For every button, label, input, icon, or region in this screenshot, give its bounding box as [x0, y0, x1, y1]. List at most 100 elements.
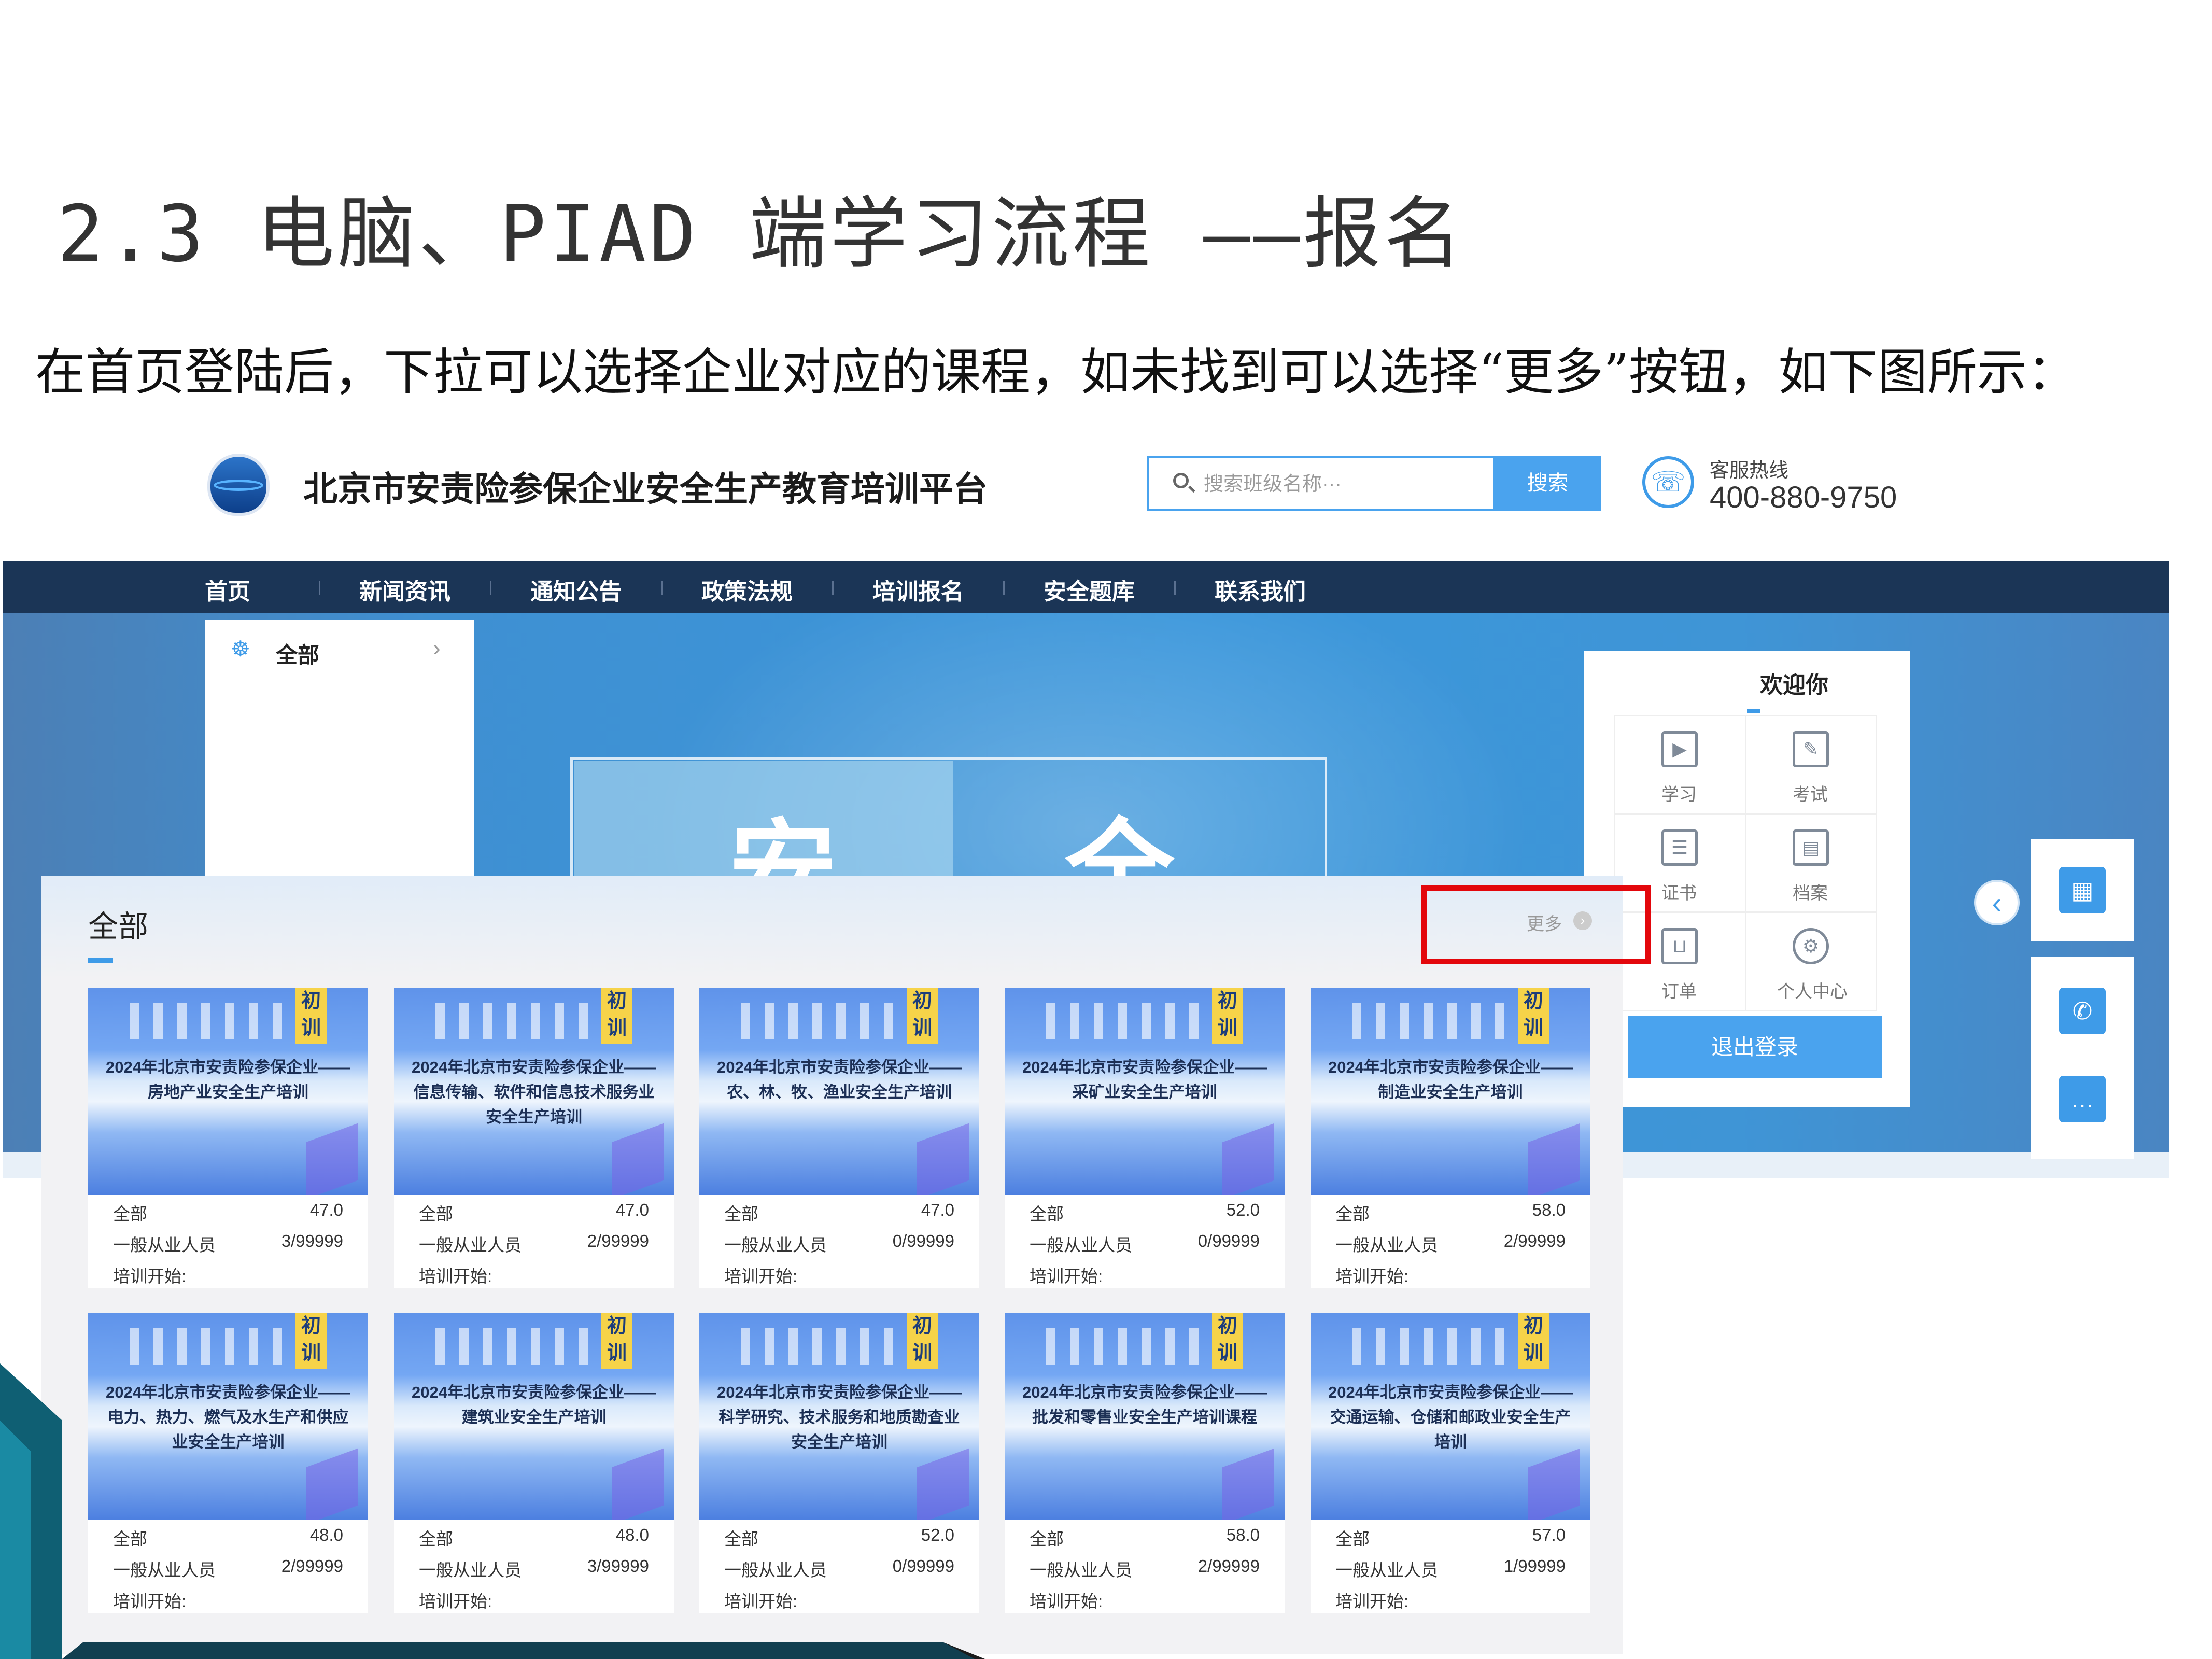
- category-all[interactable]: 全部: [276, 638, 319, 669]
- nav-notices[interactable]: 通知公告: [530, 573, 622, 606]
- hotline-number: 400-880-9750: [1710, 481, 1897, 514]
- course-badge: 初训: [1212, 1313, 1243, 1369]
- course-enrolled: 2/99999: [1503, 1231, 1566, 1250]
- nav-policies[interactable]: 政策法规: [701, 573, 793, 606]
- course-card[interactable]: 初训 2024年北京市安责险参保企业——批发和零售业安全生产培训课程 全部 58.0 一…: [1005, 1313, 1285, 1613]
- chevron-left-icon[interactable]: ‹: [1974, 880, 2020, 925]
- course-start-label: 培训开始:: [1030, 1267, 1103, 1286]
- search-input[interactable]: [1203, 468, 1485, 500]
- thumbnail-decoration: [612, 1123, 664, 1195]
- search-button[interactable]: 搜索: [1495, 456, 1601, 511]
- certificate-icon: ☰: [1661, 830, 1698, 866]
- course-thumbnail[interactable]: 初训 2024年北京市安责险参保企业——制造业安全生产培训: [1311, 988, 1590, 1195]
- play-icon: ▶: [1661, 731, 1698, 767]
- course-price: 47.0: [921, 1200, 954, 1219]
- thumbnail-decoration: [1222, 1123, 1274, 1195]
- welcome-item-label: 证书: [1661, 883, 1697, 903]
- logout-button[interactable]: 退出登录: [1628, 1016, 1882, 1078]
- nav-separator: [1003, 581, 1005, 595]
- qr-code-icon[interactable]: ▦: [2059, 867, 2106, 913]
- thumbnail-decoration: [306, 1123, 358, 1195]
- course-title[interactable]: 2024年北京市安责险参保企业——农、林、牧、渔业安全生产培训: [715, 1055, 964, 1105]
- course-title[interactable]: 2024年北京市安责险参保企业——制造业安全生产培训: [1326, 1055, 1575, 1105]
- nav-enrollment[interactable]: 培训报名: [872, 573, 964, 606]
- course-badge: 初训: [601, 988, 632, 1044]
- course-card[interactable]: 初训 2024年北京市安责险参保企业——采矿业安全生产培训 全部 52.0 一般从业人员…: [1005, 988, 1285, 1288]
- site-name: 北京市安责险参保企业安全生产教育培训平台: [303, 470, 988, 508]
- course-card[interactable]: 初训 2024年北京市安责险参保企业——信息传输、软件和信息技术服务业安全生产培训…: [394, 988, 674, 1288]
- welcome-item-label: 档案: [1793, 883, 1828, 903]
- search-icon: [1173, 473, 1189, 488]
- course-title[interactable]: 2024年北京市安责险参保企业——采矿业安全生产培训: [1020, 1055, 1269, 1105]
- course-title[interactable]: 2024年北京市安责险参保企业——房地产业安全生产培训: [104, 1055, 353, 1105]
- course-enrolled: 2/99999: [587, 1231, 649, 1250]
- course-start-label: 培训开始:: [1335, 1592, 1409, 1611]
- user-gear-icon: ⚙: [1793, 928, 1829, 964]
- course-card[interactable]: 初训 2024年北京市安责险参保企业——制造业安全生产培训 全部 58.0 一般从业人员…: [1311, 988, 1590, 1288]
- course-category: 全部: [1335, 1204, 1370, 1224]
- course-start-label: 培训开始:: [1030, 1592, 1103, 1611]
- course-thumbnail[interactable]: 初训 2024年北京市安责险参保企业——房地产业安全生产培训: [88, 988, 368, 1195]
- course-category: 全部: [1335, 1529, 1370, 1549]
- course-card[interactable]: 初训 2024年北京市安责险参保企业——交通运输、仓储和邮政业安全生产培训全部 57…: [1311, 1313, 1590, 1613]
- nav-question-bank[interactable]: 安全题库: [1044, 573, 1135, 606]
- course-price: 52.0: [1226, 1200, 1260, 1219]
- nav-separator: [832, 581, 834, 595]
- course-category: 全部: [1030, 1204, 1064, 1224]
- course-enrolled: 0/99999: [1197, 1231, 1260, 1250]
- course-title[interactable]: 2024年北京市安责险参保企业——交通运输、仓储和邮政业安全生产培训: [1326, 1380, 1575, 1455]
- course-thumbnail[interactable]: 初训 2024年北京市安责险参保企业——批发和零售业安全生产培训课程: [1005, 1313, 1285, 1520]
- nav-separator: [490, 581, 491, 595]
- nav-contact[interactable]: 联系我们: [1215, 573, 1306, 606]
- course-enrolled: 2/99999: [1197, 1556, 1260, 1576]
- course-thumbnail[interactable]: 初训 2024年北京市安责险参保企业——信息传输、软件和信息技术服务业安全生产培训: [394, 988, 674, 1195]
- thumbnail-decoration: [1352, 1328, 1507, 1365]
- nav-separator: [1174, 581, 1176, 595]
- course-role: 一般从业人员: [419, 1235, 522, 1255]
- hotline-label: 客服热线: [1710, 460, 1789, 482]
- welcome-item-label: 订单: [1661, 982, 1697, 1002]
- chat-icon[interactable]: …: [2059, 1076, 2106, 1122]
- course-enrolled: 1/99999: [1503, 1556, 1566, 1576]
- nav-news[interactable]: 新闻资讯: [359, 573, 450, 606]
- course-category: 全部: [113, 1204, 147, 1224]
- thumbnail-decoration: [1046, 1003, 1202, 1039]
- course-thumbnail[interactable]: 初训 2024年北京市安责险参保企业——农、林、牧、渔业安全生产培训: [699, 988, 979, 1195]
- course-price: 47.0: [615, 1200, 649, 1219]
- thumbnail-decoration: [1528, 1448, 1580, 1520]
- phone-call-icon[interactable]: ✆: [2059, 988, 2106, 1034]
- course-role: 一般从业人员: [1335, 1560, 1438, 1580]
- course-badge: 初训: [1212, 988, 1243, 1044]
- course-start-label: 培训开始:: [724, 1267, 798, 1286]
- chevron-right-icon[interactable]: ›: [433, 636, 441, 662]
- course-role: 一般从业人员: [113, 1235, 216, 1255]
- site-logo[interactable]: [207, 454, 270, 516]
- course-card[interactable]: 初训 2024年北京市安责险参保企业——房地产业安全生产培训 全部 47.0 一般从业人…: [88, 988, 368, 1288]
- thumbnail-decoration: [1222, 1448, 1274, 1520]
- course-thumbnail[interactable]: 初训 2024年北京市安责险参保企业——交通运输、仓储和邮政业安全生产培训: [1311, 1313, 1590, 1520]
- thumbnail-decoration: [917, 1123, 969, 1195]
- course-badge: 初训: [1518, 1313, 1549, 1369]
- course-thumbnail[interactable]: 初训 2024年北京市安责险参保企业——采矿业安全生产培训: [1005, 988, 1285, 1195]
- more-highlight-box: [1421, 885, 1651, 964]
- welcome-item-label: 考试: [1793, 785, 1828, 805]
- phone-icon: ☏: [1642, 456, 1694, 508]
- cart-icon: ⊔: [1661, 928, 1698, 964]
- course-badge: 初训: [907, 988, 938, 1044]
- nav-home[interactable]: 首页: [205, 573, 250, 606]
- course-price: 58.0: [1532, 1200, 1566, 1219]
- archive-icon: ▤: [1793, 830, 1829, 866]
- panel-title-underline: [88, 958, 113, 963]
- course-role: 一般从业人员: [724, 1235, 827, 1255]
- course-title[interactable]: 2024年北京市安责险参保企业——批发和零售业安全生产培训课程: [1020, 1380, 1269, 1430]
- welcome-underline: [1747, 709, 1760, 713]
- course-title[interactable]: 2024年北京市安责险参保企业——信息传输、软件和信息技术服务业安全生产培训: [410, 1055, 658, 1130]
- users-icon: ☸: [231, 637, 250, 661]
- slide-decoration: [0, 1363, 985, 1659]
- course-card[interactable]: 初训 2024年北京市安责险参保企业——农、林、牧、渔业安全生产培训 全部 47.0 一…: [699, 988, 979, 1288]
- thumbnail-decoration: [741, 1003, 896, 1039]
- welcome-title: 欢迎你: [1760, 672, 1828, 698]
- course-price: 57.0: [1532, 1525, 1566, 1544]
- thumbnail-decoration: [1528, 1123, 1580, 1195]
- welcome-item-label: 个人中心: [1777, 982, 1848, 1002]
